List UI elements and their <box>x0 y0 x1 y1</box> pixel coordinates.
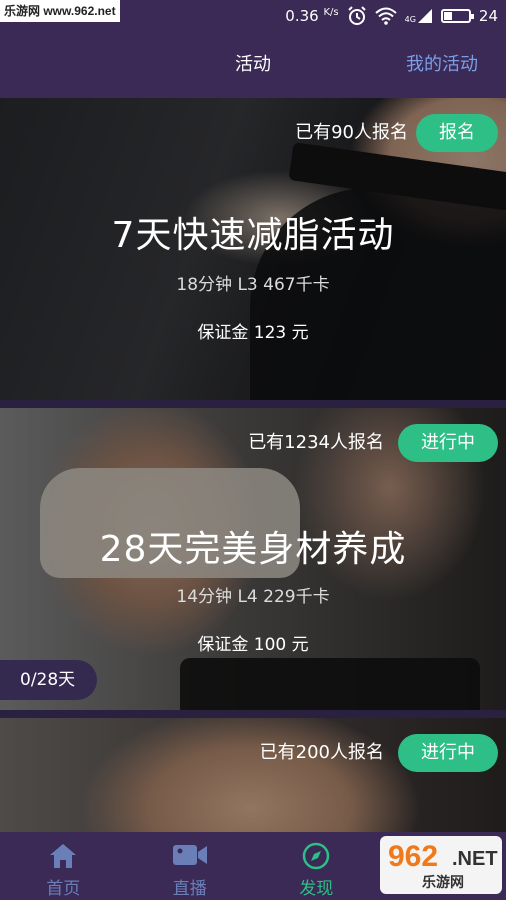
status-indicators: 0.36 K/s 4G 24 <box>285 0 498 32</box>
in-progress-button[interactable]: 进行中 <box>398 734 498 772</box>
home-icon <box>50 844 77 868</box>
activity-deposit: 保证金 123 元 <box>197 323 309 343</box>
activity-deposit: 保证金 100 元 <box>197 635 309 655</box>
nav-item-discover[interactable]: 发现 <box>253 832 380 900</box>
network-speed: 0.36 K/s <box>285 7 338 25</box>
battery-icon <box>440 9 474 23</box>
nav-item-live[interactable]: 直播 <box>127 832 254 900</box>
watermark-top: 乐游网 www.962.net <box>0 0 120 22</box>
card-divider <box>0 710 506 718</box>
my-activities-link[interactable]: 我的活动 <box>406 32 478 98</box>
activity-card[interactable]: 已有90人报名 报名 7天快速减脂活动 18分钟 L3 467千卡 保证金 12… <box>0 98 506 400</box>
signal-icon <box>417 9 432 23</box>
network-type: 4G <box>404 15 416 24</box>
wifi-icon <box>374 7 397 25</box>
signal-indicator: 4G <box>405 8 433 24</box>
watermark-domain: .NET <box>452 848 498 870</box>
activity-meta: 18分钟 L3 467千卡 <box>176 275 330 295</box>
activity-meta: 14分钟 L4 229千卡 <box>176 587 330 607</box>
watermark-site: 乐游网 <box>422 874 464 890</box>
nav-label: 发现 <box>299 879 334 899</box>
watermark-number: 962 <box>388 840 439 873</box>
video-camera-icon <box>172 845 207 865</box>
alarm-icon <box>347 6 366 25</box>
watermark-logo: 962 .NET 乐游网 <box>380 836 502 894</box>
activity-title: 7天快速减脂活动 <box>111 215 395 256</box>
activity-card[interactable]: 已有1234人报名 进行中 28天完美身材养成 14分钟 L4 229千卡 保证… <box>0 408 506 710</box>
card-divider <box>0 400 506 408</box>
in-progress-button[interactable]: 进行中 <box>398 424 498 462</box>
signup-button[interactable]: 报名 <box>416 114 498 152</box>
activity-card[interactable]: 已有200人报名 进行中 <box>0 718 506 832</box>
status-bar: 乐游网 www.962.net 0.36 K/s 4G 24 <box>0 0 506 32</box>
signup-count: 已有200人报名 <box>259 742 384 763</box>
nav-label: 直播 <box>172 879 207 899</box>
network-speed-value: 0.36 <box>285 7 319 25</box>
progress-badge: 0/28天 <box>0 660 98 700</box>
signup-count: 已有90人报名 <box>295 122 408 143</box>
nav-item-home[interactable]: 首页 <box>0 832 127 900</box>
network-speed-unit: K/s <box>323 7 339 18</box>
activity-title: 28天完美身材养成 <box>99 529 407 570</box>
signup-count: 已有1234人报名 <box>248 432 384 453</box>
nav-label: 首页 <box>46 879 81 899</box>
top-header: 活动 我的活动 <box>0 32 506 98</box>
battery-level: 24 <box>478 7 498 25</box>
compass-icon <box>303 842 330 870</box>
